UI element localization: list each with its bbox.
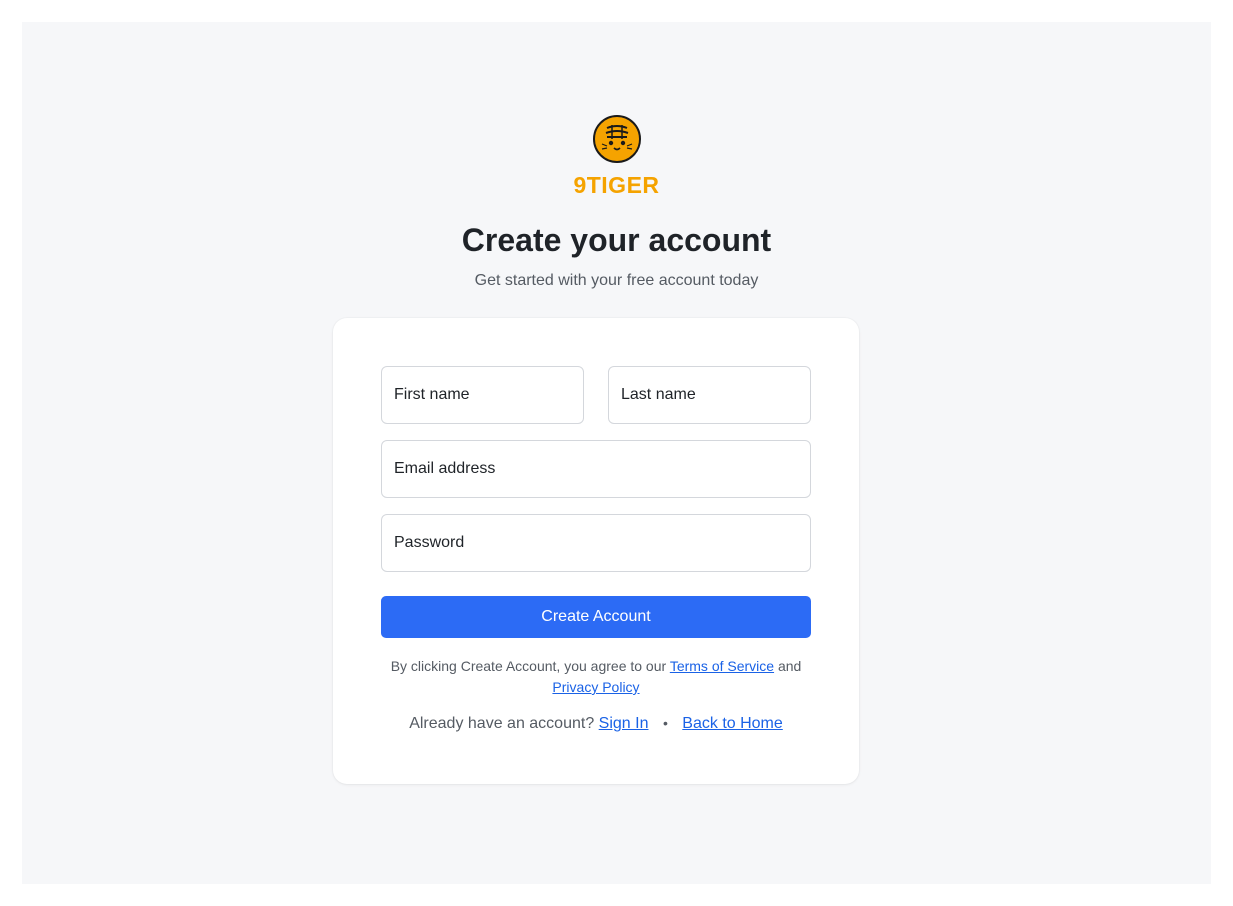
password-field [381, 514, 811, 572]
sign-in-link[interactable]: Sign In [599, 715, 649, 732]
terms-prefix: By clicking Create Account, you agree to… [390, 658, 667, 674]
first-name-field [381, 366, 584, 424]
brand-name: 9TIGER [573, 172, 660, 198]
logo[interactable]: 9TIGER [22, 114, 1211, 199]
page-background: 9TIGER Create your account Get started w… [22, 22, 1211, 884]
signup-card: Create Account By clicking Create Accoun… [333, 318, 859, 784]
signin-question: Already have an account? [409, 715, 595, 732]
terms-of-service-link[interactable]: Terms of Service [670, 658, 774, 674]
last-name-field [608, 366, 811, 424]
back-to-home-link[interactable]: Back to Home [682, 715, 782, 732]
privacy-policy-link[interactable]: Privacy Policy [552, 679, 639, 695]
terms-text: By clicking Create Account, you agree to… [373, 656, 819, 698]
separator-dot: • [662, 715, 668, 731]
first-name-input[interactable] [382, 367, 583, 423]
password-input[interactable] [382, 515, 810, 571]
page-title: Create your account [461, 222, 772, 258]
email-input[interactable] [382, 441, 810, 497]
email-field [381, 440, 811, 498]
terms-and: and [777, 658, 802, 674]
tiger-face-icon [592, 114, 642, 164]
page-subtitle: Get started with your free account today [474, 272, 759, 289]
create-account-button[interactable]: Create Account [381, 596, 811, 638]
footer-links: Already have an account? Sign In • Back … [333, 715, 859, 733]
last-name-input[interactable] [609, 367, 810, 423]
